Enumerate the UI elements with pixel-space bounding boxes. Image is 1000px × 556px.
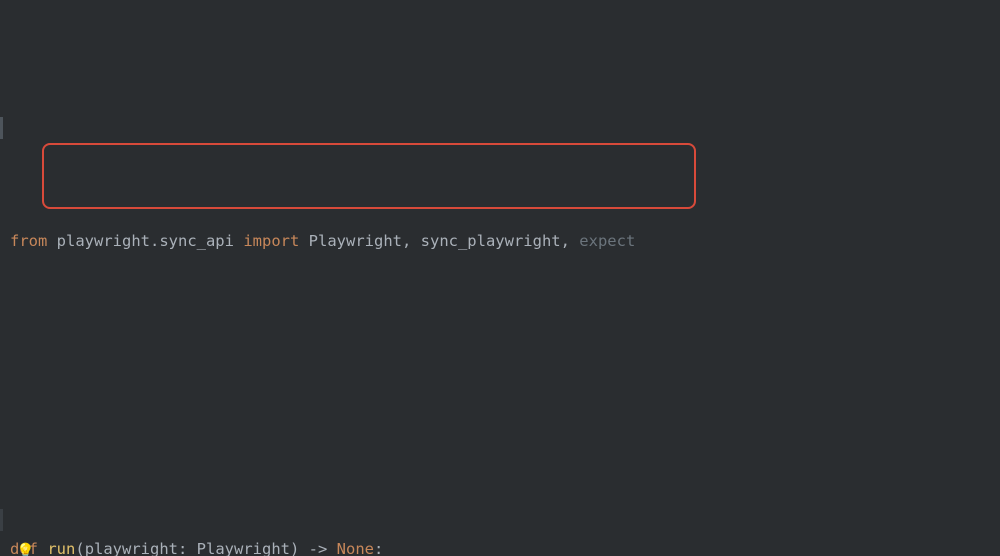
return-type-none: None: [337, 540, 374, 556]
param-playwright: playwright: Playwright: [85, 540, 290, 556]
code-line-4: def run(playwright: Playwright) -> None:: [0, 535, 1000, 556]
code-line-1: from playwright.sync_api import Playwrig…: [0, 227, 1000, 255]
colon: :: [374, 540, 383, 556]
lparen: (: [75, 540, 84, 556]
code-line-2: [0, 311, 1000, 339]
import-names: Playwright, sync_playwright,: [309, 232, 580, 250]
func-name-run: run: [47, 540, 75, 556]
gutter: [0, 0, 3, 556]
arrow: ) ->: [290, 540, 337, 556]
keyword-import: import: [243, 232, 299, 250]
fold-marker-with: [0, 509, 3, 531]
fold-marker-def: [0, 117, 3, 139]
intention-bulb-icon[interactable]: 💡: [16, 537, 35, 556]
annotation-rectangle: [42, 143, 696, 209]
code-editor[interactable]: from playwright.sync_api import Playwrig…: [0, 0, 1000, 556]
code-line-3: [0, 395, 1000, 423]
unused-import-expect: expect: [579, 232, 635, 250]
module-path: playwright.sync_api: [57, 232, 234, 250]
keyword-from: from: [10, 232, 47, 250]
